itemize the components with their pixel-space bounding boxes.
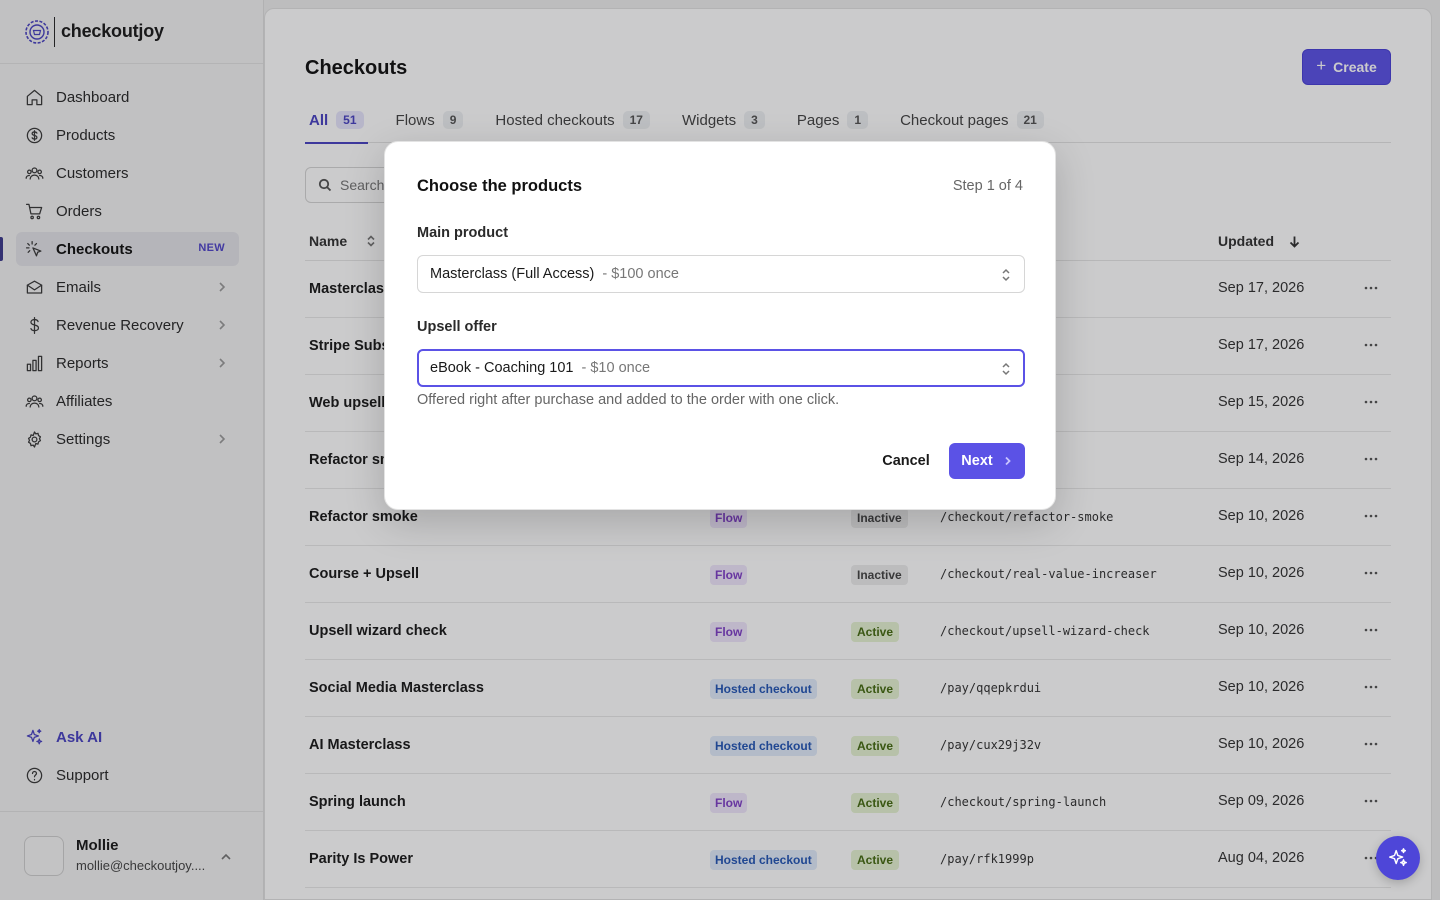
- select-value: eBook - Coaching 101: [430, 360, 574, 376]
- chevron-up-down-icon: [1000, 267, 1012, 283]
- ask-ai-fab[interactable]: [1376, 836, 1420, 880]
- main-product-label: Main product: [417, 225, 509, 241]
- next-button[interactable]: Next: [949, 443, 1025, 479]
- upsell-offer-select[interactable]: eBook - Coaching 101 - $10 once: [417, 349, 1025, 387]
- next-button-label: Next: [961, 453, 993, 469]
- cancel-button[interactable]: Cancel: [869, 443, 943, 479]
- upsell-help-text: Offered right after purchase and added t…: [417, 392, 840, 408]
- chevron-right-icon: [1005, 456, 1011, 466]
- choose-products-dialog: Choose the products Step 1 of 4 Main pro…: [384, 141, 1056, 510]
- dialog-title: Choose the products: [417, 177, 583, 195]
- sparkles-icon: [1389, 848, 1407, 867]
- step-indicator: Step 1 of 4: [952, 178, 1023, 194]
- select-price: - $100 once: [602, 266, 679, 282]
- chevron-up-down-icon: [1000, 361, 1012, 377]
- select-price: - $10 once: [581, 360, 651, 376]
- upsell-offer-label: Upsell offer: [417, 319, 497, 335]
- select-value: Masterclass (Full Access): [430, 266, 595, 282]
- main-product-select[interactable]: Masterclass (Full Access) - $100 once: [417, 255, 1025, 293]
